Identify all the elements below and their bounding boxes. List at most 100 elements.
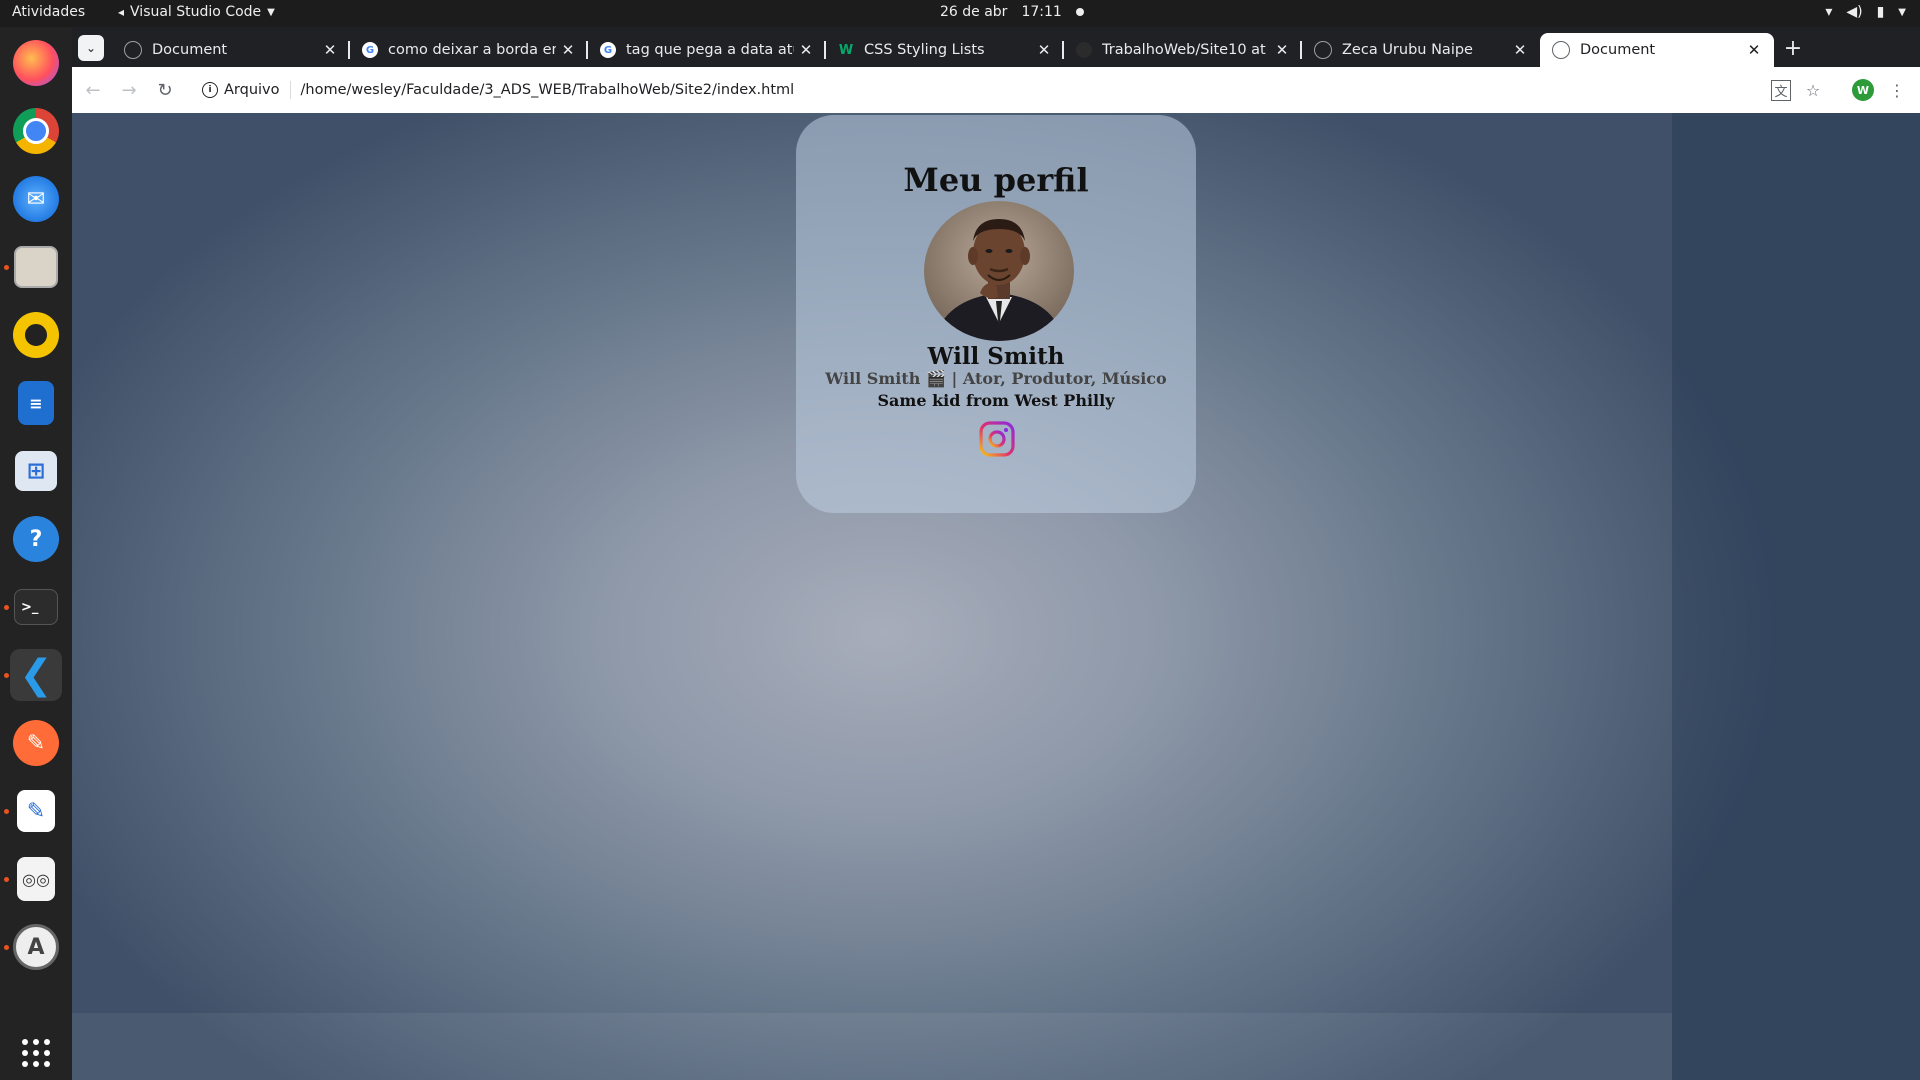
dock: ✉ ≡ ⊞ ? >_ ❮ ✎ ✎ ◎◎ A (0, 27, 72, 1080)
site-security-label[interactable]: Arquivo (224, 82, 280, 98)
running-indicator (4, 877, 9, 882)
dock-thunderbird[interactable]: ✉ (10, 173, 62, 225)
google-icon: G (600, 42, 616, 58)
thunderbird-icon: ✉ (13, 176, 59, 222)
more-vert-icon: ⋮ (1889, 80, 1905, 100)
tab-google-search-1[interactable]: G como deixar a borda em ✕ (350, 33, 588, 67)
app-store-icon: A (13, 924, 59, 970)
writer-icon: ≡ (18, 381, 54, 425)
close-icon[interactable]: ✕ (556, 41, 580, 59)
close-icon[interactable]: ✕ (318, 41, 342, 59)
menu-button[interactable]: ⋮ (1884, 77, 1910, 103)
forward-button[interactable]: → (114, 75, 144, 105)
volume-icon: ◀) (1846, 4, 1863, 20)
dock-rhythmbox[interactable] (10, 309, 62, 361)
tab-title: Document (152, 42, 228, 58)
files-icon (14, 246, 58, 288)
dock-app-store[interactable]: A (10, 921, 62, 973)
tab-title: Zeca Urubu Naipe (1342, 42, 1473, 58)
page-title: Meu perfil (903, 161, 1089, 199)
firefox-icon (13, 40, 59, 86)
help-icon: ? (13, 516, 59, 562)
profile-avatar[interactable]: W (1852, 79, 1874, 101)
tab-css-styling-lists[interactable]: W CSS Styling Lists ✕ (826, 33, 1064, 67)
system-top-bar: Atividades ◂ Visual Studio Code ▼ 26 de … (0, 0, 1920, 27)
vscode-icon: ❮ (19, 652, 53, 698)
arrow-left-icon: ← (85, 79, 101, 101)
translate-icon: 文 (1771, 79, 1791, 101)
profile-name: Will Smith (927, 343, 1065, 370)
dock-text-editor[interactable]: ✎ (10, 785, 62, 837)
close-icon[interactable]: ✕ (1032, 41, 1056, 59)
dock-help[interactable]: ? (10, 513, 62, 565)
chevron-down-icon: ⌄ (85, 41, 97, 55)
tab-github-trabalhoweb[interactable]: TrabalhoWeb/Site10 at m ✕ (1064, 33, 1302, 67)
dock-writer[interactable]: ≡ (10, 377, 62, 429)
instagram-link[interactable] (978, 420, 1016, 458)
translate-button[interactable]: 文 (1768, 77, 1794, 103)
clock-date: 26 de abr (940, 4, 1008, 20)
dock-postman[interactable]: ✎ (10, 717, 62, 769)
tab-document-active[interactable]: Document ✕ (1540, 33, 1774, 67)
background-panel (1672, 113, 1920, 1080)
dock-software[interactable]: ⊞ (10, 445, 62, 497)
w3schools-icon: W (838, 42, 854, 58)
tab-search-button[interactable]: ⌄ (78, 35, 104, 61)
tab-title: CSS Styling Lists (864, 42, 985, 58)
tab-title: Document (1580, 42, 1656, 58)
postman-icon: ✎ (13, 720, 59, 766)
text-editor-icon: ✎ (17, 790, 55, 832)
tab-zeca-urubu-naipe[interactable]: Zeca Urubu Naipe ✕ (1302, 33, 1540, 67)
close-icon[interactable]: ✕ (1508, 41, 1532, 59)
back-button[interactable]: ← (78, 75, 108, 105)
reload-button[interactable]: ↻ (150, 75, 180, 105)
tab-title: tag que pega a data atua (626, 42, 794, 58)
activities-button[interactable]: Atividades (12, 4, 85, 20)
notification-dot-icon (1075, 8, 1084, 16)
tab-google-search-2[interactable]: G tag que pega a data atua ✕ (588, 33, 826, 67)
bookmark-button[interactable]: ☆ (1800, 77, 1826, 103)
battery-icon: ▮ (1876, 4, 1885, 20)
info-icon: i (202, 82, 218, 98)
portrait-image (924, 201, 1074, 341)
url-text[interactable]: /home/wesley/Faculdade/3_ADS_WEB/Trabalh… (301, 82, 795, 98)
rhythmbox-icon (13, 312, 59, 358)
running-indicator (4, 265, 9, 270)
running-indicator (4, 809, 9, 814)
close-icon[interactable]: ✕ (794, 41, 818, 59)
tab-document-1[interactable]: Document ✕ (112, 33, 350, 67)
chevron-down-icon: ▼ (1898, 6, 1906, 18)
tab-title: TrabalhoWeb/Site10 at m (1102, 42, 1270, 58)
dock-reader[interactable]: ◎◎ (10, 853, 62, 905)
app-menu-label: Visual Studio Code (130, 4, 262, 20)
terminal-icon: >_ (14, 589, 58, 625)
background-panel (72, 1013, 1672, 1080)
new-tab-button[interactable]: + (1778, 33, 1808, 63)
clock[interactable]: 26 de abr 17:11 (940, 4, 1084, 20)
dock-vscode[interactable]: ❮ (10, 649, 62, 701)
profile-card: Meu perfil Will Smith Will Smith 🎬 | Ato… (796, 115, 1196, 513)
reload-icon: ↻ (157, 79, 173, 101)
dock-terminal[interactable]: >_ (10, 581, 62, 633)
profile-bio: Will Smith 🎬 | Ator, Produtor, Músico (825, 369, 1167, 388)
show-apps-button[interactable] (10, 1027, 62, 1079)
tab-strip: ⌄ Document ✕ G como deixar a borda em ✕ … (72, 27, 1920, 67)
dock-files[interactable] (10, 241, 62, 293)
close-icon[interactable]: ✕ (1270, 41, 1294, 59)
address-bar[interactable]: i Arquivo /home/wesley/Faculdade/3_ADS_W… (192, 73, 1832, 107)
system-tray[interactable]: ▾ ◀) ▮ ▼ (1825, 4, 1906, 20)
tab-title: como deixar a borda em (388, 42, 556, 58)
close-icon[interactable]: ✕ (1742, 41, 1766, 59)
profile-tagline: Same kid from West Philly (877, 391, 1115, 410)
grid-icon (22, 1039, 50, 1067)
vscode-small-icon: ◂ (118, 5, 125, 19)
star-icon: ☆ (1805, 80, 1821, 100)
arrow-right-icon: → (121, 79, 137, 101)
divider (289, 81, 291, 99)
profile-avatar-photo (924, 201, 1074, 341)
dock-chrome[interactable] (10, 105, 62, 157)
dock-firefox[interactable] (10, 37, 62, 89)
wifi-icon: ▾ (1825, 4, 1833, 20)
page-viewport: Meu perfil Will Smith Will Smith 🎬 | Ato… (72, 113, 1920, 1080)
app-menu[interactable]: ◂ Visual Studio Code ▼ (118, 4, 275, 20)
